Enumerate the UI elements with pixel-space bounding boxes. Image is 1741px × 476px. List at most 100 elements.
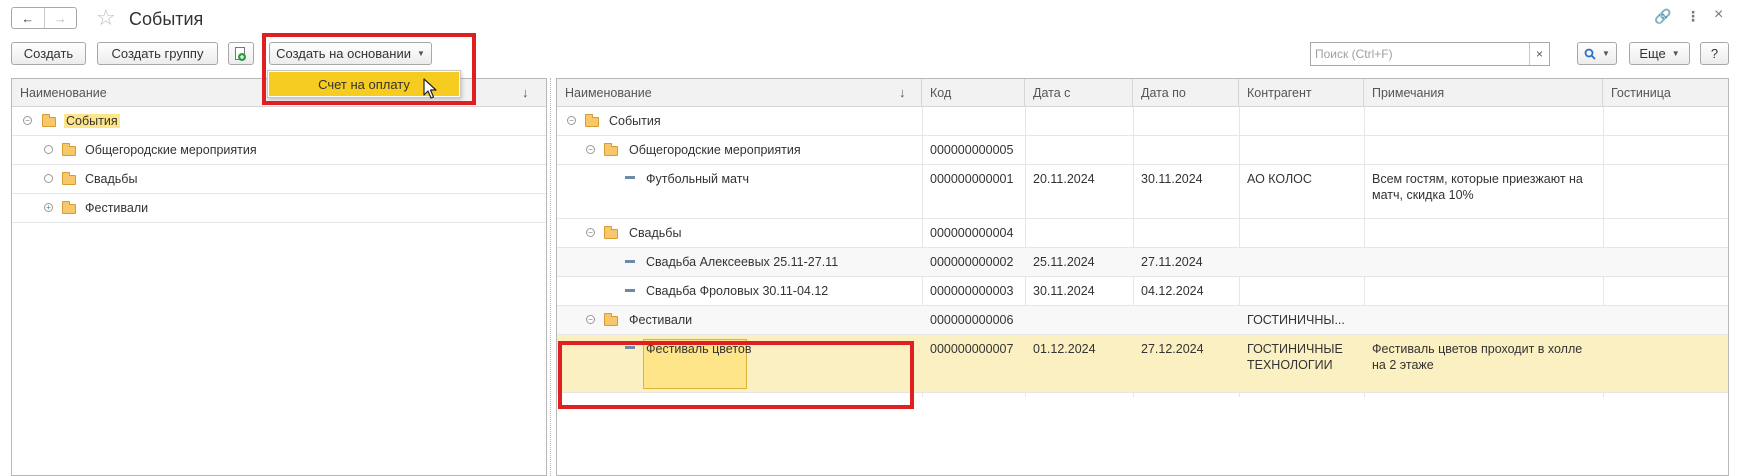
folder-icon <box>585 114 599 127</box>
column-header-counterparty[interactable]: Контрагент <box>1239 79 1364 107</box>
tree-label: Свадьбы <box>85 172 138 186</box>
cell-name: Свадьба Алексеевых 25.11-27.11 <box>646 255 839 269</box>
folder-icon <box>62 201 76 214</box>
page-title: События <box>129 9 204 29</box>
cell-name: Фестивали <box>629 313 693 327</box>
cell-date-to: 27.11.2024 <box>1141 255 1203 269</box>
clear-search-icon[interactable]: × <box>1529 43 1549 65</box>
chevron-down-icon: ▼ <box>1602 49 1610 58</box>
item-marker-icon <box>625 289 635 292</box>
tree-label: События <box>64 114 120 128</box>
create-based-on-button[interactable]: Создать на основании ▼ <box>269 42 432 65</box>
folder-icon <box>604 143 618 156</box>
cell-code: 000000000005 <box>930 143 1014 157</box>
table-row[interactable]: − События <box>557 107 1728 136</box>
table-row-selected[interactable]: Фестиваль цветов 000000000007 01.12.2024… <box>557 335 1728 393</box>
create-group-button[interactable]: Создать группу <box>97 42 218 65</box>
collapse-icon[interactable]: − <box>586 145 595 154</box>
table-row[interactable]: Футбольный матч 000000000001 20.11.2024 … <box>557 165 1728 219</box>
cell-counterparty: ГОСТИНИЧНЫ... <box>1247 313 1345 327</box>
cell-counterparty: ГОСТИНИЧНЫЕ ТЕХНОЛОГИИ <box>1247 342 1343 372</box>
tree-row-weddings[interactable]: Свадьбы <box>12 165 546 194</box>
link-icon[interactable]: 🔗 <box>1654 8 1671 25</box>
cell-code: 000000000007 <box>930 342 1014 356</box>
collapse-icon[interactable]: − <box>23 116 32 125</box>
sort-arrow-icon[interactable]: ↓ <box>522 79 529 107</box>
item-marker-icon <box>625 260 635 263</box>
column-header-code[interactable]: Код <box>922 79 1025 107</box>
table-row[interactable]: − Фестивали 000000000006 ГОСТИНИЧНЫ... <box>557 306 1728 335</box>
more-button[interactable]: Еще ▼ <box>1629 42 1690 65</box>
cell-code: 000000000006 <box>930 313 1014 327</box>
cell-counterparty: АО КОЛОС <box>1247 172 1312 186</box>
more-label: Еще <box>1639 46 1666 61</box>
tree-row-festivals[interactable]: + Фестивали <box>12 194 546 223</box>
panel-splitter[interactable] <box>547 78 555 476</box>
groups-tree-panel: Наименование ↓ − События Общегородские м… <box>11 78 547 476</box>
item-marker-icon <box>625 346 635 349</box>
cell-date-from: 01.12.2024 <box>1033 342 1096 356</box>
expand-icon[interactable]: + <box>44 203 53 212</box>
close-icon[interactable]: × <box>1714 6 1723 24</box>
tree-row-city-events[interactable]: Общегородские мероприятия <box>12 136 546 165</box>
search-box: × <box>1310 42 1550 66</box>
column-header-date-from[interactable]: Дата с <box>1025 79 1133 107</box>
column-header-date-to[interactable]: Дата по <box>1133 79 1239 107</box>
leaf-circle-icon <box>44 145 53 154</box>
forward-arrow-icon[interactable]: → <box>43 8 77 28</box>
search-input[interactable] <box>1311 44 1529 64</box>
more-vertical-icon[interactable]: ⋮ <box>1686 8 1700 25</box>
copy-document-icon <box>235 46 246 61</box>
cell-notes: Фестиваль цветов проходит в холле на 2 э… <box>1372 342 1583 372</box>
cell-name: Свадьба Фроловых 30.11-04.12 <box>646 284 829 298</box>
folder-icon <box>604 226 618 239</box>
favorite-star-icon[interactable]: ☆ <box>96 6 116 30</box>
cell-code: 000000000004 <box>930 226 1014 240</box>
events-list-panel: Наименование ↓ Код Дата с Дата по Контра… <box>556 78 1729 476</box>
cell-date-to: 04.12.2024 <box>1141 284 1204 298</box>
cell-date-from: 25.11.2024 <box>1033 255 1095 269</box>
tree-row-events[interactable]: − События <box>12 107 546 136</box>
leaf-circle-icon <box>44 174 53 183</box>
item-marker-icon <box>625 176 635 179</box>
table-row[interactable]: − Общегородские мероприятия 000000000005 <box>557 136 1728 165</box>
folder-icon <box>604 313 618 326</box>
cell-date-from: 30.11.2024 <box>1033 284 1095 298</box>
help-button[interactable]: ? <box>1700 42 1729 65</box>
back-arrow-icon[interactable]: ← <box>12 8 44 28</box>
copy-button[interactable] <box>228 42 254 65</box>
collapse-icon[interactable]: − <box>586 315 595 324</box>
cell-notes: Всем гостям, которые приезжают на матч, … <box>1372 172 1583 202</box>
sort-arrow-icon[interactable]: ↓ <box>899 79 906 107</box>
table-header: Наименование ↓ Код Дата с Дата по Контра… <box>557 79 1728 107</box>
folder-icon <box>62 143 76 156</box>
column-header-hotel[interactable]: Гостиница <box>1603 79 1728 107</box>
collapse-icon[interactable]: − <box>567 116 576 125</box>
cell-code: 000000000002 <box>930 255 1014 269</box>
table-row[interactable]: Свадьба Алексеевых 25.11-27.11 000000000… <box>557 248 1728 277</box>
tree-label: Общегородские мероприятия <box>85 143 257 157</box>
cell-name: Свадьбы <box>629 226 682 240</box>
cell-code: 000000000001 <box>930 172 1014 186</box>
table-row[interactable]: Свадьба Фроловых 30.11-04.12 00000000000… <box>557 277 1728 306</box>
cell-name: Футбольный матч <box>646 172 749 186</box>
cell-name: Фестиваль цветов <box>646 342 752 356</box>
table-row[interactable]: − Свадьбы 000000000004 <box>557 219 1728 248</box>
column-header-notes[interactable]: Примечания <box>1364 79 1603 107</box>
cell-date-to: 27.12.2024 <box>1141 342 1204 356</box>
navigation-buttons: ← → <box>11 7 77 29</box>
cell-date-to: 30.11.2024 <box>1141 172 1203 186</box>
search-icon <box>1584 48 1596 60</box>
column-header-name[interactable]: Наименование <box>557 79 922 107</box>
search-button[interactable]: ▼ <box>1577 42 1617 65</box>
collapse-icon[interactable]: − <box>586 228 595 237</box>
create-based-on-label: Создать на основании <box>276 46 411 61</box>
cell-name: Общегородские мероприятия <box>629 143 801 157</box>
cell-date-from: 20.11.2024 <box>1033 172 1095 186</box>
chevron-down-icon: ▼ <box>416 49 425 58</box>
cell-name: События <box>609 114 661 128</box>
create-button[interactable]: Создать <box>11 42 86 65</box>
mouse-cursor-icon <box>423 78 437 99</box>
cell-code: 000000000003 <box>930 284 1014 298</box>
chevron-down-icon: ▼ <box>1671 49 1680 58</box>
